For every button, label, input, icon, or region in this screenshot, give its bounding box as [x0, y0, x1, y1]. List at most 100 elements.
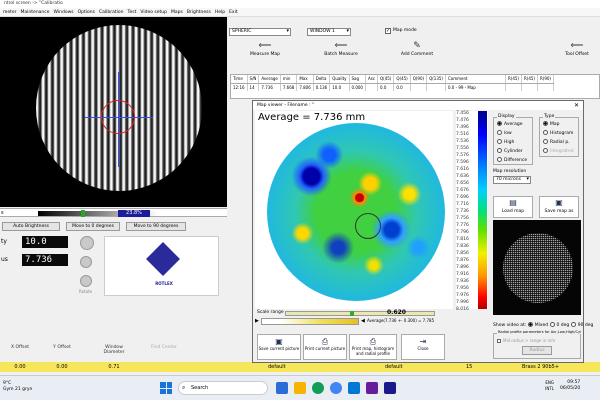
map-options-panel: Display Average low High Cylinder Differ… — [491, 111, 593, 361]
status-bar: 0.00 0.00 0.71 default default 15 Brass … — [0, 362, 600, 372]
edge-icon[interactable] — [348, 382, 360, 394]
color-scale-tick: 7.916 — [456, 271, 469, 277]
save-map-button[interactable]: ▣ Save map as — [539, 196, 579, 218]
language-indicator[interactable]: ENG INTL — [540, 380, 554, 392]
radio-icon — [497, 139, 502, 144]
map-resolution-select[interactable]: 70 microns — [493, 176, 531, 184]
tool-offset-button[interactable]: ⟸ Tool Offset — [557, 41, 597, 58]
display-option-average[interactable]: Average — [497, 121, 522, 128]
close-button[interactable]: ⇥ Close — [401, 334, 445, 360]
rotate-icon[interactable] — [80, 275, 92, 287]
print-current-picture-button[interactable]: ⎙ Print current picture — [303, 334, 347, 360]
measure-map-button[interactable]: ⟸ Measure Map — [245, 41, 285, 58]
menu-item-brightness[interactable]: Brightness — [187, 8, 211, 16]
weather-widget[interactable]: 9°C Gym 21 gryn — [3, 381, 32, 393]
table-cell — [410, 83, 428, 91]
camera-view[interactable] — [0, 17, 227, 207]
map-viewer-window[interactable]: Map viewer - Filename : '' ✕ Average = 7… — [252, 100, 593, 363]
scale-range-thumb[interactable] — [350, 311, 354, 316]
col-header: Comment — [445, 75, 506, 84]
move-90-degrees-button[interactable]: Move to 90 degrees — [126, 222, 186, 231]
display-option-high[interactable]: High — [497, 139, 514, 146]
table-cell: 0.0 - 99 - Map — [445, 83, 506, 91]
menu-item-maps[interactable]: Maps — [171, 8, 183, 16]
show-video-label: Show video at: — [493, 323, 527, 328]
display-option-cylinder[interactable]: Cylinder — [497, 148, 523, 155]
type-option-histogram[interactable]: Histogram — [543, 130, 573, 137]
scale-range-label: Scale range — [257, 310, 284, 315]
show-video-0deg[interactable]: 0 deg — [549, 322, 569, 328]
save-map-label: Save map as — [544, 209, 574, 214]
close-icon[interactable]: ✕ — [574, 101, 579, 110]
type-option-map[interactable]: Map — [543, 121, 560, 128]
mid-radius-checkbox[interactable] — [497, 339, 501, 343]
radio-icon — [527, 322, 533, 327]
map-viewer-title-bar[interactable]: Map viewer - Filename : '' — [253, 101, 583, 110]
color-scale-tick: 7.596 — [456, 159, 469, 165]
undo-icon[interactable] — [80, 256, 92, 268]
radius-button[interactable]: Radius — [522, 346, 552, 355]
color-scale-ticks: 7.456 7.476 7.496 7.516 7.536 7.556 7.576 7.596… — [456, 111, 476, 314]
y-offset-label: Y Offset — [53, 345, 71, 350]
map-mode-checkbox[interactable]: ✓ — [385, 28, 391, 34]
rotlex-app-icon[interactable] — [384, 382, 396, 394]
browser-icon[interactable] — [312, 382, 324, 394]
menu-item-windows[interactable]: Windows — [54, 8, 74, 16]
table-row[interactable]: 12:16 14 7.736 7.668 7.806 0.136 10.0 0.… — [231, 83, 554, 91]
system-tray[interactable]: ENG INTL 09:57 06/05/20 — [540, 380, 580, 392]
record-icon[interactable] — [80, 236, 94, 250]
menu-item-options[interactable]: Options — [78, 8, 95, 16]
table-cell: 7.806 — [296, 83, 314, 91]
scale-scroll-bar[interactable] — [261, 318, 359, 325]
brightness-slider-thumb[interactable] — [81, 210, 85, 217]
app-icon[interactable] — [366, 382, 378, 394]
batch-measure-icon: ⟸ — [334, 41, 348, 51]
scale-range-slider[interactable] — [285, 311, 435, 316]
menu-item-test[interactable]: Test — [127, 8, 136, 16]
scroll-left-icon[interactable]: ◀ — [361, 318, 365, 324]
move-0-degrees-button[interactable]: Move to 0 degrees — [66, 222, 120, 231]
show-video-mixed[interactable]: Mixed — [527, 322, 548, 328]
window-select[interactable]: WINDOW 1 — [307, 28, 351, 36]
search-placeholder: Search — [191, 385, 209, 391]
color-scale-tick: 7.856 — [456, 250, 469, 256]
find-center-button[interactable]: Find Center — [144, 345, 184, 350]
clock[interactable]: 09:57 06/05/20 — [560, 380, 580, 392]
save-current-picture-button[interactable]: ▣ Save current picture — [257, 334, 301, 360]
type-option-radial[interactable]: Radial p. — [543, 139, 570, 146]
table-header-row: Time S/N Average min Max Delta Quality S… — [231, 75, 554, 84]
menu-item-help[interactable]: Help — [215, 8, 225, 16]
show-video-90deg[interactable]: 90 deg — [570, 322, 593, 328]
radio-icon — [497, 157, 502, 162]
y-offset-value: 0.00 — [56, 364, 68, 370]
menu-item-parameter[interactable]: meter — [3, 8, 17, 16]
results-table[interactable]: Time S/N Average min Max Delta Quality S… — [230, 74, 600, 99]
topography-map[interactable]: Average = 7.736 mm — [255, 111, 453, 309]
menu-item-calibration[interactable]: Calibration — [99, 8, 123, 16]
display-option-difference[interactable]: Difference — [497, 157, 527, 164]
load-map-button[interactable]: ▤ Load map — [493, 196, 533, 218]
col-header: min — [280, 75, 298, 84]
play-icon[interactable]: ▶ — [255, 318, 259, 324]
color-scale-gradient — [478, 111, 487, 309]
folder-icon[interactable] — [294, 382, 306, 394]
color-scale-tick: 7.796 — [456, 229, 469, 235]
type-option-integrated[interactable]: Integrated — [543, 148, 574, 155]
color-scale-tick: 7.776 — [456, 222, 469, 228]
auto-brightness-button[interactable]: Auto Brightness — [2, 222, 60, 231]
mode-select[interactable]: SPHERIC — [229, 28, 291, 36]
menu-item-video-setup[interactable]: Video setup — [140, 8, 167, 16]
add-comment-button[interactable]: ✎ Add Comment — [397, 41, 437, 58]
taskbar-app-icon[interactable] — [276, 382, 288, 394]
windows-start-icon[interactable] — [160, 382, 172, 394]
taskbar-search[interactable]: ⌕ Search — [178, 381, 268, 395]
display-option-low[interactable]: low — [497, 130, 512, 137]
range-text: Average(7.736 +- 0.300) = 7.785 — [367, 318, 435, 323]
batch-measure-button[interactable]: ⟸ Batch Measure — [321, 41, 361, 58]
print-map-button[interactable]: ⎙ Print map, histogram and radial profile — [349, 334, 397, 360]
menu-item-maintenance[interactable]: Maintenance — [21, 8, 50, 16]
menu-item-exit[interactable]: Exit — [229, 8, 238, 16]
brightness-scale-bar: s 23.8% — [0, 208, 227, 217]
rotlex-logo-box: ROTLEX — [104, 236, 219, 296]
chrome-icon[interactable] — [330, 382, 342, 394]
